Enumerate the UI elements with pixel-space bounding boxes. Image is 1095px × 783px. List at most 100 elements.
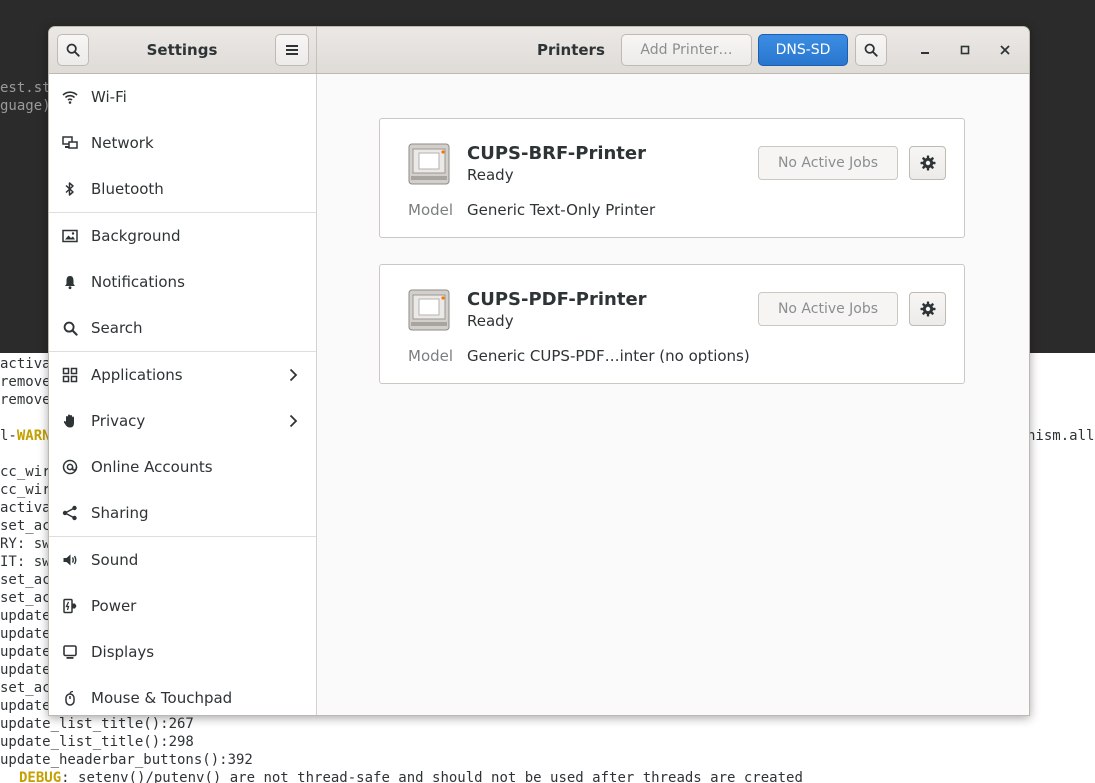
sidebar-item-label: Notifications <box>91 273 185 291</box>
sidebar-item-label: Network <box>91 134 154 152</box>
terminal-line: update_list_title():267 <box>0 716 194 732</box>
terminal-line: set_ac <box>0 590 51 606</box>
printer-search-button[interactable] <box>855 34 887 66</box>
sidebar-item-privacy[interactable]: Privacy <box>49 398 316 444</box>
main-menu-button[interactable] <box>275 34 309 66</box>
warn-word: WARN <box>16 428 51 444</box>
model-value: Generic Text-Only Printer <box>467 201 656 219</box>
printer-settings-button[interactable] <box>909 146 946 180</box>
active-jobs-button[interactable]: No Active Jobs <box>758 292 898 326</box>
sidebar-item-online-accounts[interactable]: Online Accounts <box>49 444 316 490</box>
printers-panel: CUPS-BRF-Printer Ready No Active Jobs Mo… <box>317 74 1029 715</box>
printer-settings-button[interactable] <box>909 292 946 326</box>
sidebar-item-label: Background <box>91 227 181 245</box>
debug-prefix: DEBUG <box>19 770 62 783</box>
terminal-line: l-WARN <box>0 427 51 445</box>
debug-text: : setenv()/putenv() are not thread-safe … <box>61 770 803 783</box>
at-icon <box>62 459 78 475</box>
close-icon <box>1000 45 1010 55</box>
hamburger-menu-icon <box>286 45 298 55</box>
terminal-line: activa <box>0 356 51 372</box>
terminal-line: update <box>0 626 51 642</box>
model-label: Model <box>408 347 454 365</box>
sidebar-item-search[interactable]: Search <box>49 305 316 351</box>
printer-card: CUPS-PDF-Printer Ready No Active Jobs Mo… <box>379 264 965 384</box>
terminal-line: cc_wir <box>0 482 51 498</box>
terminal-line: guage) <box>0 98 51 114</box>
maximize-icon <box>960 45 970 55</box>
terminal-line: update <box>0 644 51 660</box>
terminal-line: update <box>0 698 51 714</box>
printer-icon <box>408 143 450 185</box>
minimize-icon <box>921 52 929 54</box>
sidebar-item-label: Sharing <box>91 504 149 522</box>
sidebar-item-label: Search <box>91 319 143 337</box>
sidebar-item-sharing[interactable]: Sharing <box>49 490 316 536</box>
terminal-line: remove <box>0 374 51 390</box>
sidebar-item-sound[interactable]: Sound <box>49 537 316 583</box>
terminal-line: update_headerbar_buttons():392 <box>0 752 253 768</box>
sidebar-item-wifi[interactable]: Wi-Fi <box>49 74 316 120</box>
add-printer-button[interactable]: Add Printer… <box>621 34 752 66</box>
terminal-line: IT: sw <box>0 554 51 570</box>
terminal-line: remove <box>0 392 51 408</box>
sidebar-item-label: Power <box>91 597 137 615</box>
settings-window: Settings Printers Add Printer… DNS-SD Wi… <box>48 26 1030 716</box>
wifi-icon <box>62 89 78 105</box>
terminal-line: RY: sw <box>0 536 51 552</box>
sidebar-title: Settings <box>146 41 218 59</box>
terminal-line: activa <box>0 500 51 516</box>
chevron-right-icon <box>289 414 298 428</box>
printer-state: Ready <box>467 166 514 184</box>
sidebar: Wi-Fi Network Bluetooth Background Notif… <box>49 74 317 715</box>
headerbar: Settings Printers Add Printer… DNS-SD <box>49 27 1029 74</box>
sidebar-item-label: Sound <box>91 551 139 569</box>
sidebar-search-button[interactable] <box>57 34 89 66</box>
sidebar-item-power[interactable]: Power <box>49 583 316 629</box>
dns-sd-button[interactable]: DNS-SD <box>758 34 848 66</box>
printer-card: CUPS-BRF-Printer Ready No Active Jobs Mo… <box>379 118 965 238</box>
sidebar-item-mouse-touchpad[interactable]: Mouse & Touchpad <box>49 675 316 715</box>
sidebar-item-label: Privacy <box>91 412 146 430</box>
close-button[interactable] <box>993 38 1017 62</box>
sidebar-item-bluetooth[interactable]: Bluetooth <box>49 166 316 212</box>
terminal-line-right: nism.all <box>1027 428 1095 444</box>
sidebar-item-background[interactable]: Background <box>49 213 316 259</box>
sidebar-item-notifications[interactable]: Notifications <box>49 259 316 305</box>
sidebar-item-displays[interactable]: Displays <box>49 629 316 675</box>
terminal-line: update <box>0 662 51 678</box>
terminal-line: update <box>0 608 51 624</box>
sidebar-item-applications[interactable]: Applications <box>49 352 316 398</box>
terminal-line: cc_wir <box>0 464 51 480</box>
bell-icon <box>62 274 78 290</box>
terminal-line: est.st <box>0 80 51 96</box>
terminal-debug-line: DEBUG: setenv()/putenv() are not thread-… <box>19 769 803 783</box>
sidebar-item-network[interactable]: Network <box>49 120 316 166</box>
minimize-button[interactable] <box>913 38 937 62</box>
model-value: Generic CUPS-PDF…inter (no options) <box>467 347 750 365</box>
terminal-line: set_ac <box>0 572 51 588</box>
active-jobs-button[interactable]: No Active Jobs <box>758 146 898 180</box>
network-icon <box>62 135 78 151</box>
headerbar-sidebar-section: Settings <box>49 27 317 73</box>
maximize-button[interactable] <box>953 38 977 62</box>
printer-icon <box>408 289 450 331</box>
terminal-line: set_ac <box>0 680 51 696</box>
terminal-line: set_ac <box>0 518 51 534</box>
background-icon <box>62 228 78 244</box>
panel-title: Printers <box>537 41 605 59</box>
search-icon <box>62 320 78 336</box>
mouse-icon <box>62 690 78 706</box>
share-icon <box>62 505 78 521</box>
sidebar-item-label: Online Accounts <box>91 458 213 476</box>
search-icon <box>66 43 80 57</box>
terminal-line-prefix: l- <box>0 428 17 444</box>
chevron-right-icon <box>289 368 298 382</box>
sidebar-item-label: Displays <box>91 643 155 661</box>
sidebar-item-label: Applications <box>91 366 183 384</box>
sidebar-item-label: Bluetooth <box>91 180 164 198</box>
sidebar-item-label: Wi-Fi <box>91 88 127 106</box>
search-icon <box>864 43 878 57</box>
sidebar-item-label: Mouse & Touchpad <box>91 689 233 707</box>
printer-state: Ready <box>467 312 514 330</box>
